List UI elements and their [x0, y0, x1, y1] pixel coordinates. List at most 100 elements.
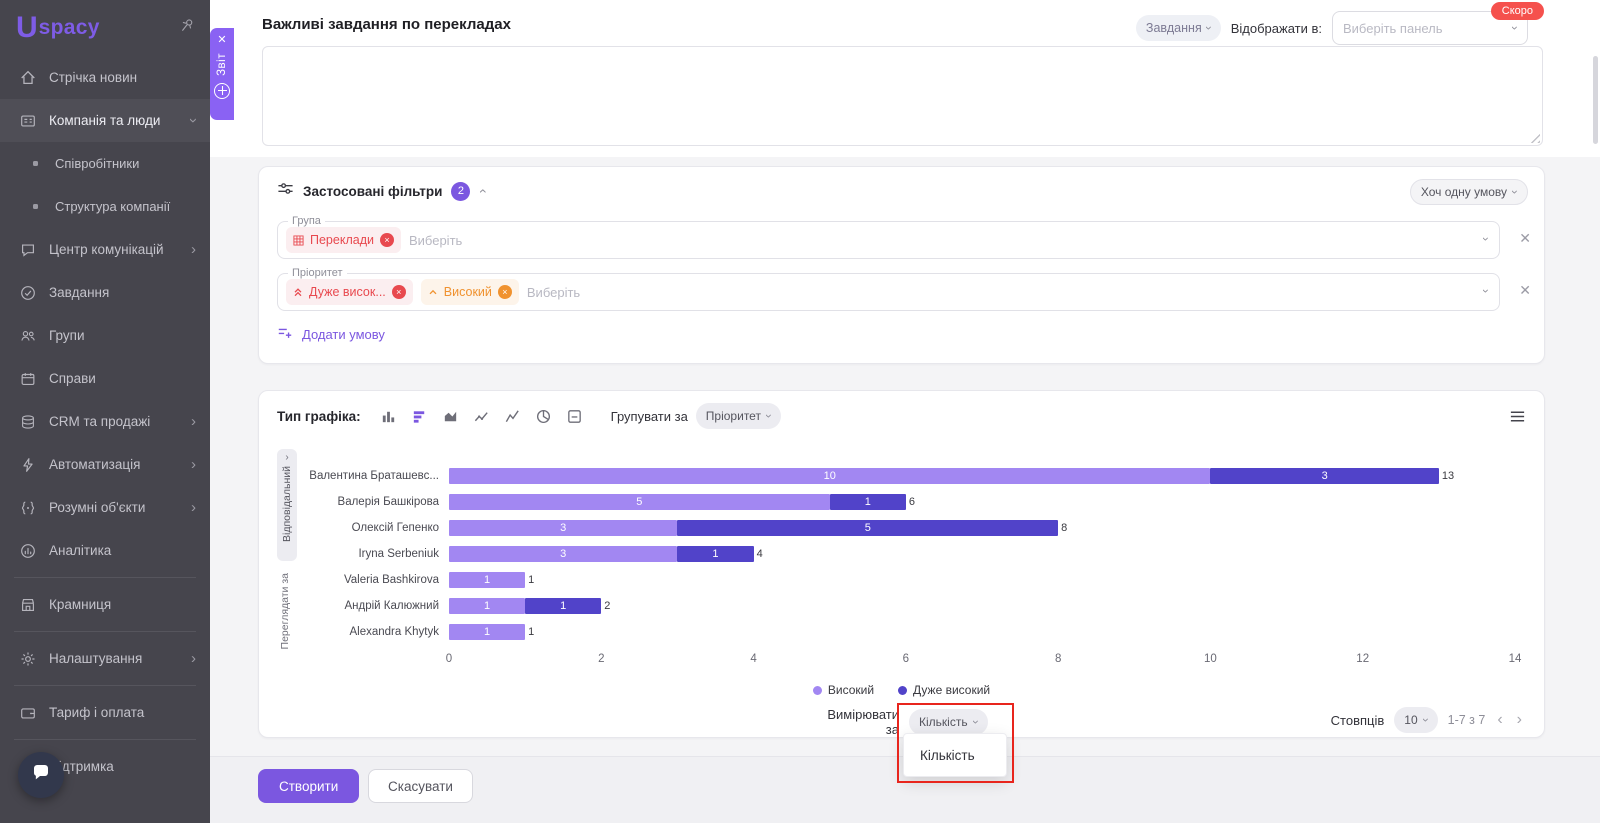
sidebar-item-billing[interactable]: Тариф і оплата [0, 691, 210, 734]
scorecard-icon[interactable] [563, 404, 587, 428]
bar-segment: 5 [449, 494, 830, 510]
filter-chip-high[interactable]: Високий × [421, 279, 519, 305]
braces-icon [18, 498, 37, 517]
remove-chip-icon[interactable]: × [392, 285, 406, 299]
measure-value: Кількість [919, 715, 968, 729]
trend-chart-icon[interactable] [501, 404, 525, 428]
chart-row: Валерія Башкірова516 [259, 489, 1515, 515]
prev-page-icon[interactable]: ‹ [1495, 712, 1504, 728]
pin-icon[interactable] [179, 17, 196, 39]
chevron-down-icon: › [186, 118, 201, 123]
priority-filter-field[interactable]: Пріоритет Дуже висок... × Високий × Вибе… [277, 273, 1500, 311]
check-circle-icon [18, 283, 37, 302]
measure-select[interactable]: Кількість › [909, 709, 988, 735]
dropdown-option-quantity[interactable]: Кількість [904, 734, 1006, 776]
panel-select-placeholder: Виберіть панель [1343, 21, 1443, 36]
add-condition-button[interactable]: Додати умову [277, 325, 385, 344]
support-chat-button[interactable] [18, 752, 64, 798]
sidebar-item-label: Крамниця [49, 597, 111, 612]
chart-menu-icon[interactable] [1509, 408, 1526, 425]
column-chart-icon[interactable] [377, 404, 401, 428]
chart-row: Олексій Гепенко358 [259, 515, 1515, 541]
chart-category-label: Валентина Браташевс... [259, 470, 449, 482]
logo[interactable]: U spacy [0, 0, 210, 56]
analytics-icon [18, 541, 37, 560]
chevron-down-icon[interactable]: › [1480, 289, 1492, 293]
resize-handle[interactable] [1529, 132, 1540, 143]
entity-selector[interactable]: Завдання › [1136, 15, 1221, 41]
line-chart-icon[interactable] [470, 404, 494, 428]
sidebar-item-label: Автоматизація [49, 457, 140, 472]
communications-icon [18, 240, 37, 259]
sidebar-item-communications[interactable]: Центр комунікацій › [0, 228, 210, 271]
sidebar-item-label: Тариф і оплата [49, 705, 144, 720]
clear-priority-filter-icon[interactable]: ✕ [1519, 282, 1531, 299]
entity-selector-label: Завдання [1146, 21, 1202, 35]
chart-rows: Валентина Браташевс...10313 Валерія Башкі… [259, 463, 1515, 645]
chart-category-label: Iryna Serbeniuk [259, 548, 449, 560]
sidebar-item-settings[interactable]: Налаштування › [0, 637, 210, 680]
chevron-right-icon: › [191, 500, 196, 515]
remove-chip-icon[interactable]: × [498, 285, 512, 299]
report-slideout-tab[interactable]: ✕ Звіт [210, 28, 234, 120]
bar-segment: 1 [677, 546, 753, 562]
scrollbar-thumb[interactable] [1593, 56, 1598, 144]
sidebar-item-analytics[interactable]: Аналітика [0, 529, 210, 572]
match-mode-select[interactable]: Хоч одну умову › [1410, 179, 1528, 205]
sidebar-item-groups[interactable]: Групи [0, 314, 210, 357]
sidebar-item-affairs[interactable]: Справи [0, 357, 210, 400]
collapse-chevron-icon[interactable]: › [474, 189, 490, 194]
gear-icon [18, 649, 37, 668]
filter-chip-group[interactable]: Переклади × [286, 227, 401, 253]
bar-segment: 3 [449, 520, 677, 536]
sidebar-item-smart-objects[interactable]: Розумні об'єкти › [0, 486, 210, 529]
pie-chart-icon[interactable] [532, 404, 556, 428]
sidebar-item-label: Співробітники [55, 156, 139, 171]
x-axis-tick: 2 [598, 653, 604, 665]
remove-chip-icon[interactable]: × [380, 233, 394, 247]
group-by-select[interactable]: Пріоритет › [696, 403, 781, 429]
sidebar-item-automation[interactable]: Автоматизація › [0, 443, 210, 486]
columns-select[interactable]: 10 › [1394, 707, 1437, 733]
report-tab-label: Звіт [216, 53, 228, 76]
sidebar-item-employees[interactable]: Співробітники [0, 142, 210, 185]
description-textarea[interactable] [262, 46, 1543, 146]
filter-chip-very-high[interactable]: Дуже висок... × [286, 279, 413, 305]
next-page-icon[interactable]: › [1515, 712, 1524, 728]
double-chevron-up-icon [293, 287, 303, 297]
close-icon[interactable]: ✕ [217, 35, 226, 46]
chart-type-buttons [377, 404, 587, 428]
chart-row: Iryna Serbeniuk314 [259, 541, 1515, 567]
chevron-down-icon: › [763, 414, 775, 418]
x-axis-tick: 12 [1356, 653, 1369, 665]
logo-u-icon: U [16, 13, 38, 43]
create-button[interactable]: Створити [258, 769, 359, 803]
sidebar-divider [14, 577, 196, 578]
sidebar-divider [14, 739, 196, 740]
group-filter-field[interactable]: Група Переклади × Виберіть › [277, 221, 1500, 259]
chart-bar: 11 [449, 624, 1515, 640]
app: U spacy Стрічка новин Компанія та люди ›… [0, 0, 1600, 823]
x-axis-tick: 4 [750, 653, 756, 665]
bar-segment: 1 [449, 624, 525, 640]
chart-header: Тип графіка: Групувати за Пріоритет › [277, 403, 1526, 429]
filter-chip-label: Переклади [310, 233, 374, 247]
sidebar-item-company-people[interactable]: Компанія та люди › [0, 99, 210, 142]
sidebar-item-company-structure[interactable]: Структура компанії [0, 185, 210, 228]
sidebar-item-news-feed[interactable]: Стрічка новин [0, 56, 210, 99]
chat-icon [30, 762, 52, 789]
bar-chart-icon[interactable] [408, 404, 432, 428]
sidebar-item-crm[interactable]: CRM та продажі › [0, 400, 210, 443]
company-card-icon [18, 111, 37, 130]
add-condition-label: Додати умову [302, 327, 385, 342]
chevron-right-icon: › [191, 457, 196, 472]
sidebar-item-tasks[interactable]: Завдання [0, 271, 210, 314]
chevron-down-icon[interactable]: › [1480, 237, 1492, 241]
area-chart-icon[interactable] [439, 404, 463, 428]
clear-group-filter-icon[interactable]: ✕ [1519, 230, 1531, 247]
sidebar-item-shop[interactable]: Крамниця [0, 583, 210, 626]
chart-bar: 10313 [449, 468, 1515, 484]
x-axis-tick: 0 [446, 653, 452, 665]
cancel-button[interactable]: Скасувати [368, 769, 473, 803]
add-condition-icon [277, 325, 293, 344]
